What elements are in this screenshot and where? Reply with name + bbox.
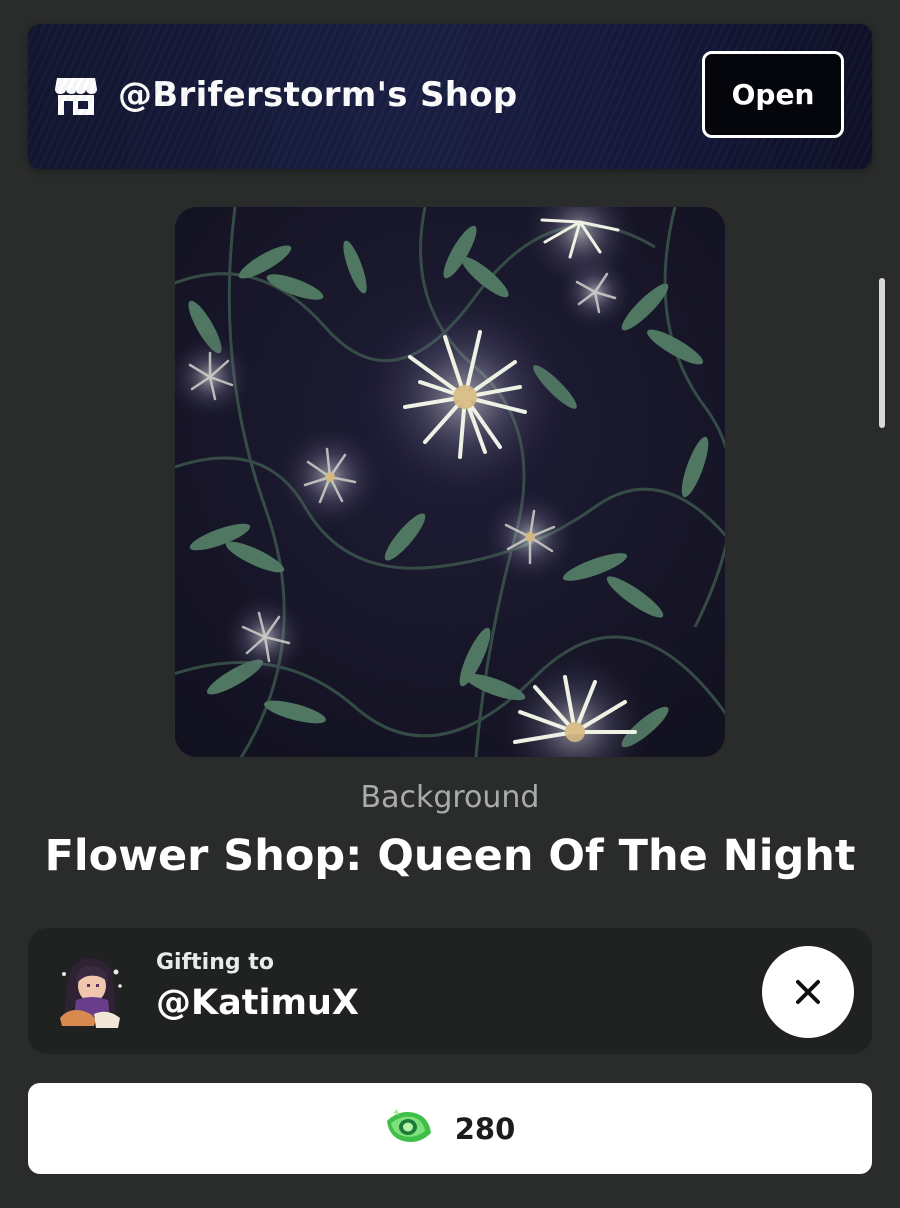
buy-button-content: 280 — [28, 1083, 872, 1174]
remove-gift-button[interactable] — [762, 946, 854, 1038]
item-preview-image — [175, 207, 725, 757]
gift-recipient-username: @KatimuX — [156, 983, 359, 1023]
close-icon — [762, 946, 854, 1038]
gifting-to-label: Gifting to — [156, 950, 274, 975]
buy-button[interactable]: 280 — [28, 1083, 872, 1174]
gem-currency-icon — [385, 1107, 433, 1150]
item-category: Background — [360, 780, 540, 815]
open-shop-button[interactable]: Open — [702, 51, 844, 138]
storefront-icon — [54, 76, 98, 116]
item-detail-screen: @Briferstorm's Shop Open Background Flow… — [0, 0, 900, 1208]
shop-title: @Briferstorm's Shop — [118, 75, 518, 115]
price-amount: 280 — [454, 1111, 516, 1146]
gift-recipient-panel: Gifting to @KatimuX — [28, 928, 872, 1054]
scrollbar-thumb[interactable] — [879, 278, 885, 428]
avatar — [50, 952, 132, 1034]
shop-banner: @Briferstorm's Shop Open — [28, 24, 872, 169]
item-name: Flower Shop: Queen Of The Night — [44, 831, 856, 881]
